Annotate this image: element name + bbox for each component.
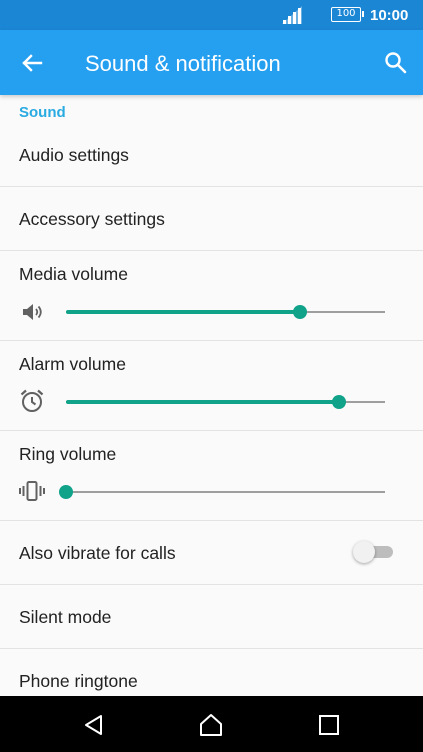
slider-track [66,491,385,493]
page-title: Sound & notification [85,51,281,76]
app-bar: Sound & notification [0,30,423,95]
search-button[interactable] [381,48,411,78]
nav-back-icon [85,715,102,735]
nav-recents-button[interactable] [314,710,344,740]
audio-settings-item[interactable]: Audio settings [0,123,423,187]
arrow-left-icon [22,54,43,72]
ring-volume-item: Ring volume [0,431,423,521]
nav-back-button[interactable] [79,710,109,740]
alarm-clock-icon [20,389,44,412]
nav-home-button[interactable] [196,710,226,740]
status-time: 10:00 [370,7,409,24]
back-button[interactable] [17,48,47,78]
media-volume-slider[interactable] [66,302,385,322]
status-bar: 100 10:00 [0,0,423,30]
alarm-volume-label: Alarm volume [19,354,126,374]
alarm-volume-item: Alarm volume [0,341,423,431]
ring-volume-slider[interactable] [59,482,385,502]
settings-list: Sound Audio settings Accessory settings … [0,95,423,696]
speaker-icon [23,304,42,320]
phone-ringtone-label: Phone ringtone [19,671,138,691]
also-vibrate-item[interactable]: Also vibrate for calls [0,521,423,585]
media-volume-label: Media volume [19,264,128,284]
slider-thumb[interactable] [331,395,346,409]
navigation-bar [0,696,423,752]
accessory-settings-item[interactable]: Accessory settings [0,187,423,251]
accessory-settings-label: Accessory settings [19,209,165,229]
slider-fill [66,400,339,404]
media-volume-item: Media volume [0,251,423,341]
nav-home-icon [200,714,222,736]
toggle-thumb [353,541,375,563]
slider-fill [66,310,301,314]
battery-level: 100 [336,8,356,19]
battery-icon: 100 [331,7,364,22]
slider-thumb[interactable] [293,305,308,319]
section-header-sound: Sound [19,104,66,121]
also-vibrate-toggle[interactable] [353,541,395,563]
slider-thumb[interactable] [59,485,73,499]
audio-settings-label: Audio settings [19,145,129,165]
nav-recents-icon [319,715,339,735]
phone-ringtone-item[interactable]: Phone ringtone [0,649,423,696]
vibrate-icon [19,481,45,501]
signal-icon [282,6,302,24]
silent-mode-label: Silent mode [19,607,112,627]
silent-mode-item[interactable]: Silent mode [0,585,423,649]
also-vibrate-label: Also vibrate for calls [19,543,176,563]
ring-volume-label: Ring volume [19,444,117,464]
search-icon [385,52,407,74]
alarm-volume-slider[interactable] [66,392,385,412]
